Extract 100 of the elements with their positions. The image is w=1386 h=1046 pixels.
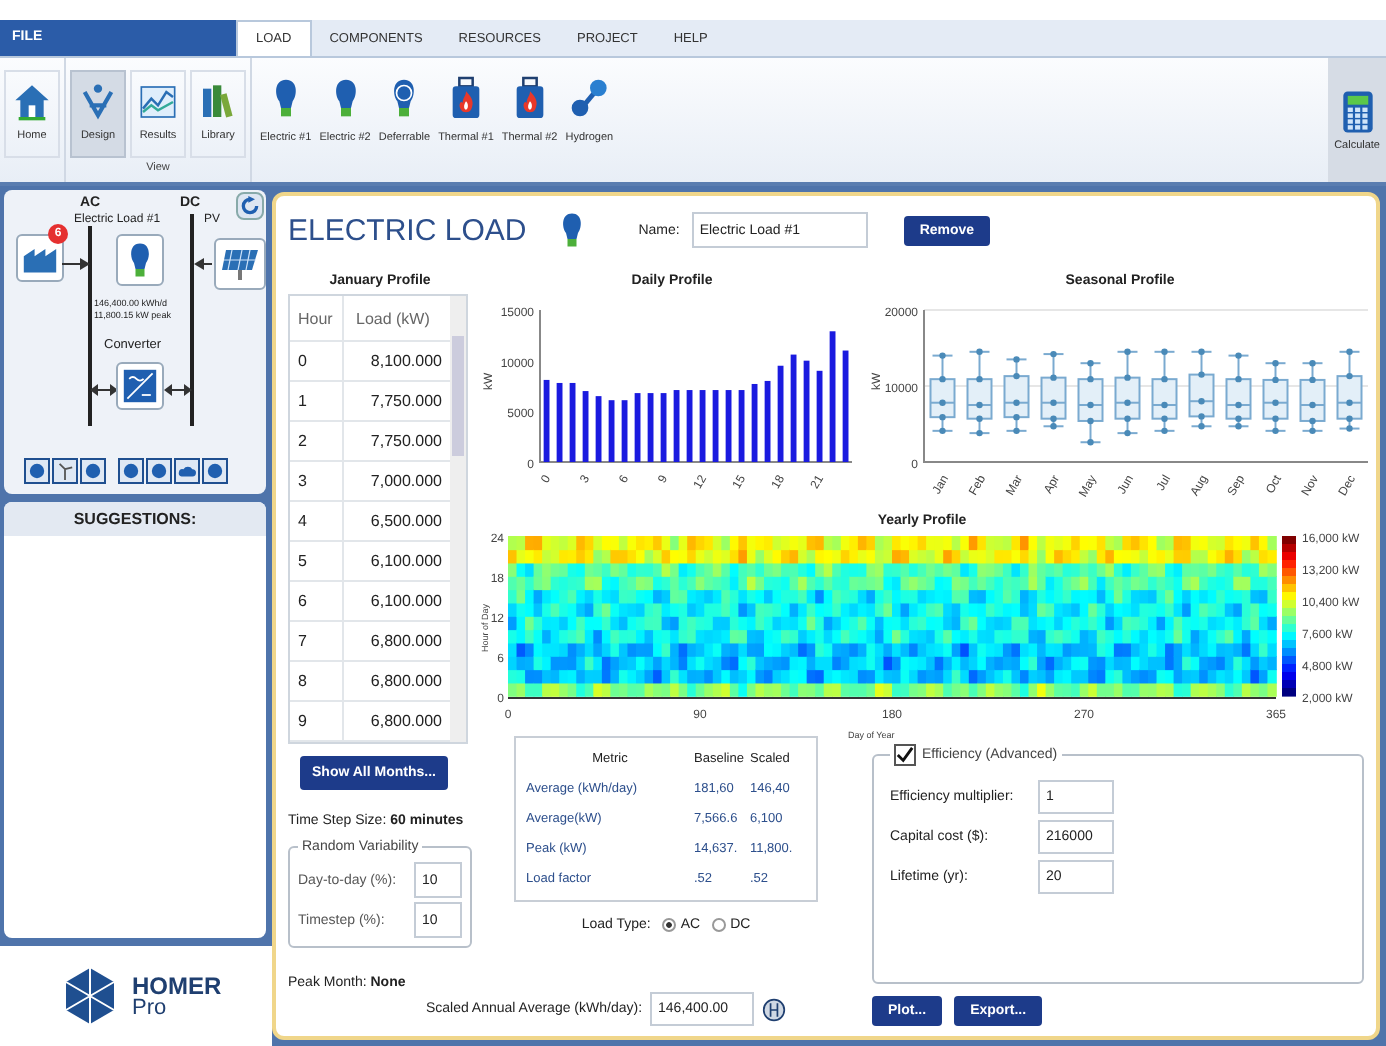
data-point <box>1161 401 1168 409</box>
calculator-icon <box>1337 89 1378 133</box>
data-point <box>1198 371 1205 378</box>
load-component[interactable] <box>116 234 164 286</box>
data-point <box>1272 427 1279 435</box>
table-cell-text: 6,800.000 <box>368 632 444 650</box>
bar <box>777 365 784 462</box>
tool-button[interactable] <box>118 458 144 484</box>
data-point <box>1087 417 1094 425</box>
refresh-button[interactable] <box>236 192 264 220</box>
data-point <box>976 429 983 437</box>
house-icon <box>12 80 52 124</box>
bar <box>543 379 550 462</box>
box-plot <box>1114 350 1141 435</box>
data-point <box>1050 399 1057 406</box>
bar <box>712 390 719 462</box>
data-point <box>1198 398 1205 405</box>
tool-button[interactable] <box>80 458 106 484</box>
box-plot <box>1151 350 1178 432</box>
compass-icon <box>78 80 118 124</box>
bar <box>829 331 836 462</box>
data-point <box>1124 399 1131 406</box>
sensitivity-button[interactable] <box>762 997 787 1021</box>
table-cell: 8 <box>290 662 344 700</box>
logo-subtitle: Pro <box>132 997 169 1019</box>
bar <box>634 393 641 462</box>
data-point <box>1346 372 1353 380</box>
molecule-icon <box>569 76 610 120</box>
table-cell-text: 7,000.000 <box>368 472 444 490</box>
tool-button[interactable] <box>174 458 200 484</box>
table-cell-text: 6,800.000 <box>368 712 444 730</box>
data-point <box>939 352 946 359</box>
converter-component[interactable] <box>116 362 164 410</box>
data-point <box>939 413 946 421</box>
pv-component[interactable] <box>214 238 266 290</box>
bar <box>608 400 615 462</box>
bar <box>582 391 589 462</box>
data-point <box>1087 360 1094 367</box>
data-point <box>1272 360 1279 367</box>
data-point <box>1087 439 1094 446</box>
chart-icon <box>138 80 178 124</box>
panel-title: SUGGESTIONS: <box>4 502 266 536</box>
double-arrow-icon <box>164 384 192 396</box>
table-cell-text: 7,750.000 <box>368 392 444 410</box>
data-point <box>1161 427 1168 435</box>
bar <box>738 390 745 462</box>
scrollbar[interactable] <box>450 296 466 742</box>
tool-button[interactable] <box>52 458 78 484</box>
data-point <box>939 375 946 383</box>
box-plot <box>1225 354 1252 428</box>
converter-icon <box>122 368 158 404</box>
data-point <box>1161 375 1168 383</box>
table-cell: 9 <box>290 702 344 740</box>
bar <box>686 390 693 462</box>
data-point <box>1235 401 1242 409</box>
data-point <box>1346 415 1353 422</box>
tool-button[interactable] <box>202 458 228 484</box>
table-cell: 1 <box>290 382 344 420</box>
bar <box>764 380 771 462</box>
bar <box>751 383 758 462</box>
checkmark-icon <box>896 746 914 764</box>
logo-icon <box>60 966 120 1026</box>
tool-button[interactable] <box>24 458 50 484</box>
grid-component[interactable] <box>16 234 64 282</box>
data-point <box>1013 372 1020 380</box>
solar-panel-icon <box>220 244 260 284</box>
data-point <box>1272 399 1279 406</box>
data-point <box>1161 415 1168 422</box>
component-icon <box>28 462 46 480</box>
data-point <box>1309 376 1316 384</box>
logo-name: HOMER <box>132 973 222 997</box>
box-plot <box>1003 358 1030 432</box>
box-plot <box>1336 350 1363 430</box>
bar <box>803 360 810 462</box>
data-point <box>1309 360 1316 367</box>
bar <box>595 396 602 462</box>
box-plot <box>966 350 993 435</box>
double-arrow-icon <box>90 384 118 396</box>
data-point <box>1124 348 1131 355</box>
data-point <box>1013 399 1020 406</box>
data-point <box>1124 415 1131 422</box>
sensitivity-icon <box>762 997 787 1021</box>
data-point <box>976 375 983 383</box>
wind-turbine-icon <box>56 462 74 480</box>
data-point <box>976 401 983 409</box>
bar <box>673 390 680 462</box>
cloud-icon <box>178 462 196 480</box>
data-point <box>1309 401 1316 409</box>
data-point <box>1013 356 1020 363</box>
arrow-icon <box>62 258 90 270</box>
tool-button[interactable] <box>146 458 172 484</box>
data-point <box>1087 375 1094 383</box>
table-cell-text: 6,500.000 <box>368 512 444 530</box>
component-icon <box>206 462 224 480</box>
data-point <box>1050 350 1057 358</box>
data-point <box>1124 374 1131 381</box>
data-point <box>1161 348 1168 355</box>
data-point <box>1124 429 1131 437</box>
table-cell: 5 <box>290 542 344 580</box>
data-point <box>1235 352 1242 359</box>
